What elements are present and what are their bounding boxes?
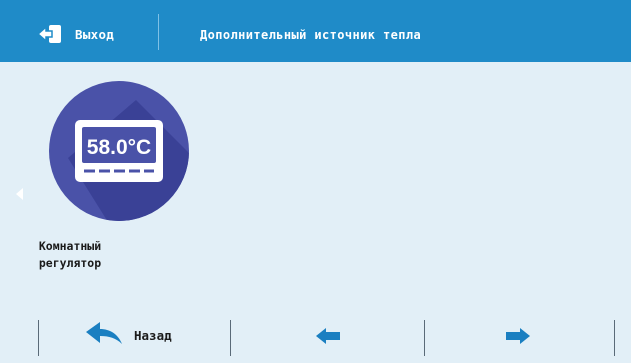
nav-separator <box>230 320 231 356</box>
exit-button[interactable]: Выход <box>0 0 160 62</box>
next-button[interactable] <box>426 314 612 360</box>
exit-label: Выход <box>75 27 115 42</box>
bottom-nav: Назад <box>0 306 631 363</box>
nav-separator <box>424 320 425 356</box>
scroll-left-icon[interactable] <box>14 186 26 200</box>
prev-button[interactable] <box>232 314 422 360</box>
header-divider <box>158 14 159 50</box>
top-bar: Выход Дополнительный источник тепла <box>0 0 631 62</box>
arrow-left-icon <box>316 328 340 344</box>
page-title: Дополнительный источник тепла <box>200 28 422 42</box>
arrow-right-icon <box>506 328 530 344</box>
nav-separator <box>38 320 39 356</box>
nav-separator <box>614 320 615 356</box>
back-arrow-icon <box>86 322 122 344</box>
tile-label-line2: регулятор <box>38 256 102 270</box>
room-regulator-tile[interactable]: 58.0°C <box>48 78 190 228</box>
exit-door-icon <box>38 25 61 43</box>
tile-label: Комнатный регулятор <box>5 238 135 272</box>
thermostat-icon: 58.0°C <box>49 81 189 221</box>
back-label: Назад <box>134 328 172 343</box>
tile-label-line1: Комнатный <box>38 239 102 253</box>
back-button[interactable]: Назад <box>42 314 228 360</box>
thermostat-display-value: 58.0°C <box>87 136 151 159</box>
